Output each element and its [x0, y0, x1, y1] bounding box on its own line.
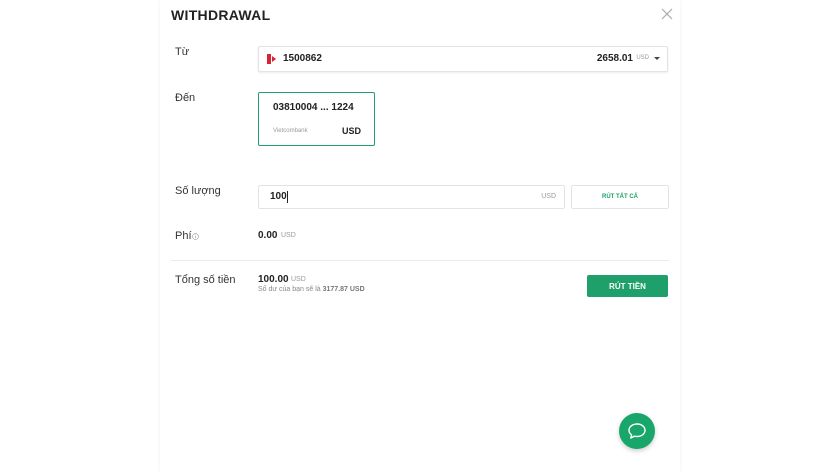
balance-after-value: 3177.87 USD: [322, 286, 365, 293]
chat-button[interactable]: [619, 413, 655, 449]
total-currency: USD: [291, 276, 306, 283]
chevron-down-icon: [654, 57, 660, 60]
destination-account-card[interactable]: 03810004 ... 1224 Vietcombank USD: [258, 92, 375, 146]
fee-value: 0.00: [258, 230, 278, 241]
amount-value: 100: [270, 191, 287, 202]
amount-label: Số lượng: [175, 185, 221, 197]
total-label: Tổng số tiền: [175, 274, 236, 286]
balance-after-note: Số dư của bạn sẽ là 3177.87 USD: [258, 286, 365, 293]
page-title: WITHDRAWAL: [171, 7, 271, 23]
close-icon[interactable]: [660, 7, 674, 21]
text-cursor: [287, 191, 288, 203]
destination-account-number: 03810004 ... 1224: [273, 102, 354, 113]
destination-bank-name: Vietcombank: [273, 128, 308, 134]
withdraw-all-button[interactable]: RÚT TẤT CẢ: [571, 185, 669, 209]
from-label: Từ: [175, 46, 190, 58]
destination-currency: USD: [341, 126, 361, 136]
total-value: 100.00: [258, 274, 289, 285]
to-label: Đến: [175, 92, 196, 104]
from-account-currency: USD: [636, 55, 649, 61]
fee-label: Phí: [175, 230, 192, 242]
amount-input[interactable]: 100 USD: [258, 185, 565, 209]
fee-currency: USD: [281, 232, 296, 239]
from-account-select[interactable]: 1500862 2658.01 USD: [258, 46, 668, 72]
flag-icon: [267, 54, 277, 64]
divider: [171, 260, 669, 261]
from-account-number: 1500862: [283, 53, 322, 64]
chat-icon: [628, 423, 646, 439]
from-account-balance: 2658.01: [596, 53, 633, 64]
balance-note-prefix: Số dư của bạn sẽ là: [258, 286, 321, 293]
amount-currency: USD: [541, 193, 556, 200]
info-icon[interactable]: [192, 233, 199, 240]
withdraw-submit-button[interactable]: RÚT TIỀN: [587, 275, 668, 297]
